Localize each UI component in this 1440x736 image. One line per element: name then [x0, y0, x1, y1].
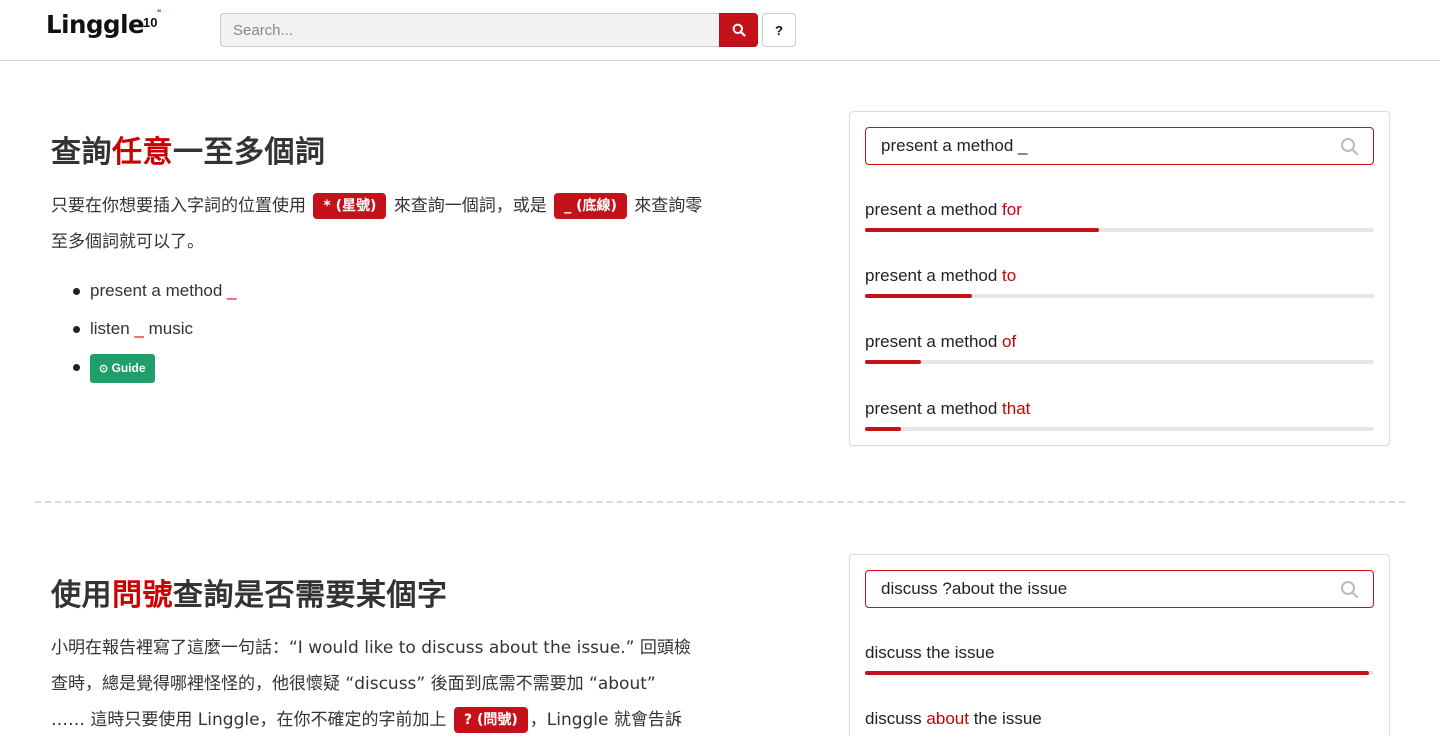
demo-query-input[interactable]: discuss ?about the issue	[865, 570, 1374, 608]
result-freq-fill	[865, 294, 972, 298]
para-line: …… 這時只要使用 Linggle，在你不確定的字前加上	[51, 710, 447, 730]
result-row[interactable]: present a method for	[865, 198, 1374, 232]
heading-highlight: 任意	[112, 135, 173, 170]
result-base: present a method	[865, 200, 1003, 219]
section-heading-wildcard: 查詢任意一至多個詞	[51, 127, 326, 171]
example-list: present a method _ listen _ music ⊙ Guid…	[70, 276, 237, 390]
result-freq-bar	[865, 228, 1374, 232]
logo-text: Linggle	[46, 10, 145, 39]
result-base: present a method	[865, 399, 1003, 418]
para-text: 只要在你想要插入字詞的位置使用	[51, 196, 306, 216]
result-base: present a method	[865, 332, 1003, 351]
demo-panel-wildcard: present a method _ present a method for …	[849, 111, 1390, 446]
result-freq-bar	[865, 294, 1374, 298]
para-line: 查時，總是覺得哪裡怪怪的，他很懷疑 “discuss” 後面到底需不需要加 “a…	[51, 674, 656, 694]
result-row[interactable]: discuss the issue	[865, 641, 1374, 675]
result-text: discuss the issue	[865, 641, 1374, 665]
heading-highlight: 問號	[112, 578, 173, 613]
result-word: to	[1002, 266, 1017, 285]
section-heading-question: 使用問號查詢是否需要某個字	[51, 570, 448, 614]
example-item: present a method _	[70, 276, 237, 314]
result-base: present a method	[865, 266, 1003, 285]
example-text: present a method	[90, 281, 228, 300]
search-button[interactable]	[719, 13, 758, 47]
search-icon	[1341, 581, 1359, 599]
heading-pre: 查詢	[51, 135, 112, 170]
result-text: present a method to	[865, 264, 1374, 288]
search-input[interactable]	[220, 13, 720, 47]
result-freq-bar	[865, 427, 1374, 431]
para-line: ，Linggle 就會告訴	[529, 710, 682, 730]
example-wildcard-mark: _	[227, 281, 237, 300]
result-word: that	[1002, 399, 1031, 418]
example-item: ⊙ Guide	[70, 352, 237, 390]
demo-query-text: discuss ?about the issue	[881, 579, 1068, 598]
result-word: of	[1002, 332, 1017, 351]
guide-button[interactable]: ⊙ Guide	[90, 354, 155, 383]
result-base: the issue	[968, 709, 1042, 728]
example-text: music	[143, 319, 194, 338]
example-text: listen	[90, 319, 135, 338]
badge-asterisk: * (星號)	[313, 193, 387, 219]
example-item: listen _ music	[70, 314, 237, 352]
demo-query-input[interactable]: present a method _	[865, 127, 1374, 165]
result-base: discuss the issue	[865, 643, 995, 662]
result-text: present a method that	[865, 397, 1374, 421]
demo-query-text: present a method _	[881, 136, 1028, 155]
result-base: discuss	[865, 709, 927, 728]
logo-version: 10	[143, 15, 158, 30]
result-text: present a method for	[865, 198, 1374, 222]
demo-panel-question: discuss ?about the issue discuss the iss…	[849, 554, 1390, 736]
help-button[interactable]: ?	[762, 13, 796, 47]
result-row[interactable]: discuss about the issue	[865, 707, 1374, 731]
section-description-wildcard: 只要在你想要插入字詞的位置使用 * (星號) 來查詢一個詞，或是 _ (底線) …	[51, 188, 711, 260]
heading-post: 查詢是否需要某個字	[173, 578, 448, 613]
result-freq-fill	[865, 228, 1100, 232]
result-row[interactable]: present a method of	[865, 330, 1374, 364]
result-word: about	[926, 709, 969, 728]
badge-question: ? (問號)	[453, 707, 528, 733]
result-freq-fill	[865, 671, 1369, 675]
result-freq-fill	[865, 360, 921, 364]
heading-post: 一至多個詞	[173, 135, 326, 170]
guide-label: Guide	[111, 361, 146, 375]
linggle-logo[interactable]: Linggle 10 ʺ	[45, 8, 161, 46]
section-description-question: 小明在報告裡寫了這麼一句話：“I would like to discuss a…	[51, 630, 731, 736]
search-icon	[732, 23, 746, 37]
result-word: for	[1002, 200, 1022, 219]
badge-underscore: _ (底線)	[554, 193, 627, 219]
result-row[interactable]: present a method that	[865, 397, 1374, 431]
result-text: present a method of	[865, 330, 1374, 354]
result-freq-bar	[865, 671, 1374, 675]
example-wildcard-mark: _	[134, 319, 144, 338]
result-text: discuss about the issue	[865, 707, 1374, 731]
para-text: 來查詢一個詞，或是	[393, 196, 547, 216]
section-divider	[35, 501, 1405, 503]
para-line: 小明在報告裡寫了這麼一句話：“I would like to discuss a…	[51, 638, 691, 658]
result-freq-fill	[865, 427, 901, 431]
play-circle-icon: ⊙	[99, 363, 109, 375]
logo-accent-icon: ʺ	[157, 8, 162, 18]
result-row[interactable]: present a method to	[865, 264, 1374, 298]
top-navbar: Linggle 10 ʺ ?	[0, 0, 1440, 61]
result-freq-bar	[865, 360, 1374, 364]
heading-pre: 使用	[51, 578, 112, 613]
search-icon	[1341, 138, 1359, 156]
